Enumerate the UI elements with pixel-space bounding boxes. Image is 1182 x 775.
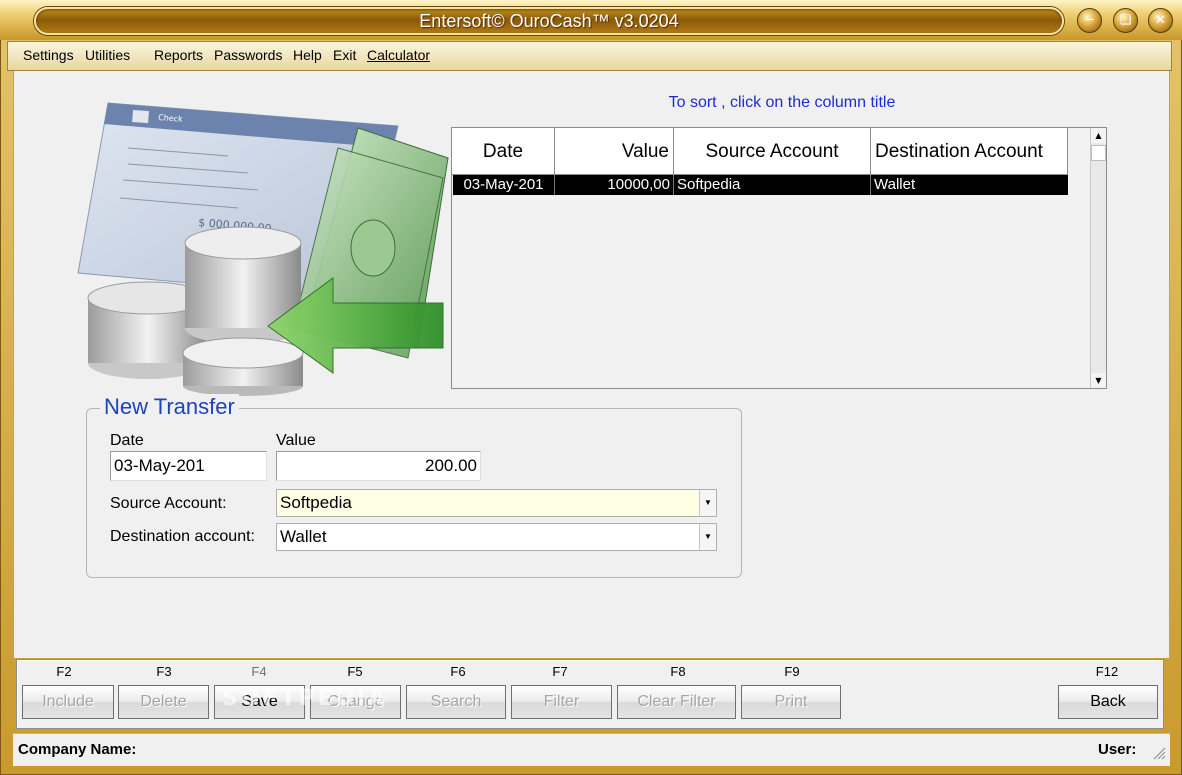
fkey-delete: F3 (156, 664, 172, 679)
menu-exit[interactable]: Exit (333, 47, 356, 63)
status-bar (13, 733, 1170, 766)
date-label: Date (110, 432, 144, 449)
change-button[interactable]: Change (310, 685, 401, 719)
fkey-save: F4 (251, 664, 267, 679)
menu-reports[interactable]: Reports (154, 47, 203, 63)
column-date[interactable]: Date (452, 128, 555, 175)
grid-vertical-scrollbar[interactable]: ▲ ▼ (1090, 128, 1106, 388)
fkey-back: F12 (1095, 664, 1119, 679)
print-button[interactable]: Print (741, 685, 841, 719)
filter-button[interactable]: Filter (511, 685, 612, 719)
source-account-value: Softpedia (280, 493, 352, 512)
menu-help[interactable]: Help (293, 47, 322, 63)
cell-date[interactable]: 03-May-201 (453, 175, 555, 195)
column-source-account[interactable]: Source Account (674, 128, 871, 175)
transfers-grid[interactable]: Date Value Source Account Destination Ac… (451, 127, 1107, 389)
back-button[interactable]: Back (1058, 685, 1158, 719)
window-title: Entersoft© OuroCash™ v3.0204 (419, 11, 679, 31)
menu-calculator[interactable]: Calculator (367, 47, 430, 63)
scroll-down-icon[interactable]: ▼ (1091, 373, 1106, 388)
save-button[interactable]: Save (214, 685, 305, 719)
restore-icon[interactable]: ❏ (1113, 8, 1138, 33)
chevron-down-icon[interactable]: ▼ (699, 490, 716, 516)
fkey-clear-filter: F8 (670, 664, 686, 679)
scroll-up-icon[interactable]: ▲ (1091, 128, 1106, 143)
value-field[interactable]: 200.00 (276, 451, 481, 481)
date-field[interactable]: 03-May-201 (110, 451, 267, 481)
cell-value[interactable]: 10000,00 (555, 175, 674, 195)
fkey-print: F9 (784, 664, 800, 679)
fkey-change: F5 (347, 664, 363, 679)
search-button[interactable]: Search (406, 685, 506, 719)
cell-destination[interactable]: Wallet (871, 175, 1068, 195)
user-label: User: (1098, 741, 1137, 758)
column-value[interactable]: Value (555, 128, 674, 175)
delete-button[interactable]: Delete (118, 685, 209, 719)
source-account-select[interactable]: Softpedia ▼ (276, 489, 717, 517)
source-account-label: Source Account: (110, 495, 227, 512)
company-name-label: Company Name: (18, 741, 137, 758)
value-label: Value (276, 432, 316, 449)
fkey-filter: F7 (552, 664, 568, 679)
minimize-icon[interactable]: ─ (1077, 8, 1102, 33)
menu-utilities[interactable]: Utilities (85, 47, 130, 63)
money-transfer-illustration: Check $ 000,000.00 (77, 102, 449, 396)
menu-passwords[interactable]: Passwords (214, 47, 282, 63)
clear-filter-button[interactable]: Clear Filter (617, 685, 736, 719)
sort-hint: To sort , click on the column title (668, 94, 896, 111)
svg-text:Check: Check (158, 113, 184, 124)
new-transfer-title: New Transfer (100, 394, 239, 420)
menu-settings[interactable]: Settings (23, 47, 74, 63)
table-row[interactable]: 03-May-201 10000,00 Softpedia Wallet (453, 175, 1068, 195)
column-destination-account[interactable]: Destination Account (871, 128, 1068, 175)
scroll-thumb[interactable] (1091, 145, 1106, 161)
fkey-search: F6 (450, 664, 466, 679)
chevron-down-icon[interactable]: ▼ (699, 524, 716, 550)
destination-account-value: Wallet (280, 527, 327, 546)
fkey-include: F2 (56, 664, 72, 679)
close-icon[interactable]: ✕ (1148, 8, 1173, 33)
cell-source[interactable]: Softpedia (674, 175, 871, 195)
destination-account-select[interactable]: Wallet ▼ (276, 523, 717, 551)
resize-grip-icon[interactable] (1152, 746, 1166, 760)
destination-account-label: Destination account: (110, 528, 255, 545)
include-button[interactable]: Include (22, 685, 114, 719)
